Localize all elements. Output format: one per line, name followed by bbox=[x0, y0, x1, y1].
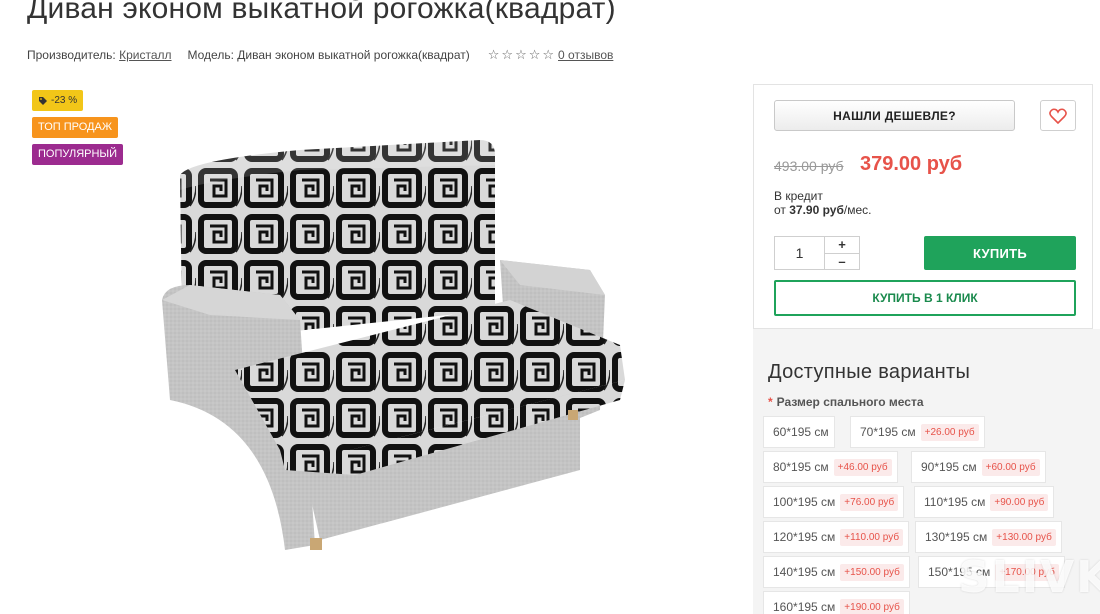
size-option-label: 60*195 см bbox=[773, 425, 829, 439]
size-option-price: +190.00 руб bbox=[840, 598, 904, 614]
watermark-text: SLIVKI bbox=[958, 552, 1100, 603]
size-option-price: +46.00 руб bbox=[833, 458, 892, 476]
star-icon: ☆ bbox=[528, 47, 541, 62]
star-icon: ☆ bbox=[487, 47, 500, 62]
size-option[interactable]: 130*195 см +130.00 руб bbox=[915, 521, 1062, 553]
size-option[interactable]: 90*195 см +60.00 руб bbox=[911, 451, 1046, 483]
size-option-price: +130.00 руб bbox=[992, 528, 1056, 546]
size-option-price: +26.00 руб bbox=[920, 423, 979, 441]
credit-prefix: от bbox=[774, 203, 786, 217]
option-label-text: Размер спального места bbox=[776, 395, 924, 409]
size-option-price: +110.00 руб bbox=[840, 528, 904, 546]
credit-label: В кредит bbox=[774, 189, 823, 203]
size-option-label: 120*195 см bbox=[773, 530, 836, 544]
size-option[interactable]: 60*195 см bbox=[763, 416, 835, 448]
star-icon: ☆ bbox=[501, 47, 514, 62]
size-option-label: 130*195 см bbox=[925, 530, 988, 544]
model-value: Диван эконом выкатной рогожка(квадрат) bbox=[237, 48, 470, 62]
size-option-price: +90.00 руб bbox=[990, 493, 1049, 511]
size-option-label: 80*195 см bbox=[773, 460, 829, 474]
purchase-panel: НАШЛИ ДЕШЕВЛЕ? 493.00 руб 379.00 руб В к… bbox=[753, 84, 1093, 329]
size-option-price: +76.00 руб bbox=[840, 493, 899, 511]
reviews-link[interactable]: 0 отзывов bbox=[558, 48, 613, 62]
product-image[interactable] bbox=[150, 120, 630, 560]
current-price: 379.00 руб bbox=[860, 153, 963, 175]
sleeping-size-label: * Размер спального места bbox=[768, 395, 924, 409]
popular-badge: ПОПУЛЯРНЫЙ bbox=[32, 144, 124, 165]
quantity-stepper: 1 + – bbox=[774, 236, 860, 270]
size-option-label: 70*195 см bbox=[860, 425, 916, 439]
size-option-price: +150.00 руб bbox=[840, 563, 904, 581]
size-option-label: 160*195 см bbox=[773, 600, 836, 614]
star-icon: ☆ bbox=[515, 47, 527, 62]
rating-stars[interactable]: ☆ ☆ ☆ ☆ ☆ bbox=[488, 47, 554, 63]
size-option[interactable]: 140*195 см +150.00 руб bbox=[763, 556, 910, 588]
model-label: Модель: bbox=[187, 48, 234, 62]
size-option[interactable]: 110*195 см +90.00 руб bbox=[914, 486, 1055, 518]
quantity-input[interactable]: 1 bbox=[775, 237, 825, 269]
manufacturer-link[interactable]: Кристалл bbox=[119, 48, 171, 62]
buy-button[interactable]: КУПИТЬ bbox=[924, 236, 1076, 270]
buy-one-click-button[interactable]: КУПИТЬ В 1 КЛИК bbox=[774, 280, 1076, 316]
credit-suffix: /мес. bbox=[843, 203, 872, 217]
variants-title: Доступные варианты bbox=[768, 361, 971, 383]
required-mark: * bbox=[768, 395, 773, 409]
size-option[interactable]: 120*195 см +110.00 руб bbox=[763, 521, 910, 553]
tag-icon bbox=[39, 96, 47, 105]
product-title: Диван эконом выкатной рогожка(квадрат) bbox=[27, 0, 616, 25]
size-option[interactable]: 80*195 см +46.00 руб bbox=[763, 451, 898, 483]
sofa-illustration bbox=[162, 140, 625, 550]
star-icon: ☆ bbox=[542, 47, 555, 62]
size-option-label: 140*195 см bbox=[773, 565, 836, 579]
size-option-label: 110*195 см bbox=[924, 495, 986, 509]
quantity-decrease-button[interactable]: – bbox=[825, 254, 859, 270]
size-option[interactable]: 70*195 см +26.00 руб bbox=[850, 416, 985, 448]
credit-terms: от 37.90 руб/мес. bbox=[774, 203, 871, 217]
product-meta: Производитель: Кристалл Модель: Диван эк… bbox=[27, 47, 613, 63]
credit-amount: 37.90 руб bbox=[789, 203, 844, 217]
size-option-label: 100*195 см bbox=[773, 495, 836, 509]
favorite-button[interactable] bbox=[1040, 100, 1076, 131]
found-cheaper-button[interactable]: НАШЛИ ДЕШЕВЛЕ? bbox=[774, 100, 1015, 131]
size-option-price: +60.00 руб bbox=[981, 458, 1040, 476]
size-option[interactable]: 100*195 см +76.00 руб bbox=[763, 486, 905, 518]
quantity-increase-button[interactable]: + bbox=[825, 237, 859, 254]
manufacturer-label: Производитель: bbox=[27, 48, 116, 62]
top-sales-badge: ТОП ПРОДАЖ bbox=[32, 117, 119, 138]
size-option-label: 90*195 см bbox=[921, 460, 977, 474]
discount-badge: -23 % bbox=[32, 90, 84, 111]
old-price: 493.00 руб bbox=[774, 158, 844, 174]
size-option[interactable]: 160*195 см +190.00 руб bbox=[763, 591, 910, 614]
discount-value: -23 % bbox=[51, 95, 78, 106]
heart-icon bbox=[1049, 107, 1067, 124]
